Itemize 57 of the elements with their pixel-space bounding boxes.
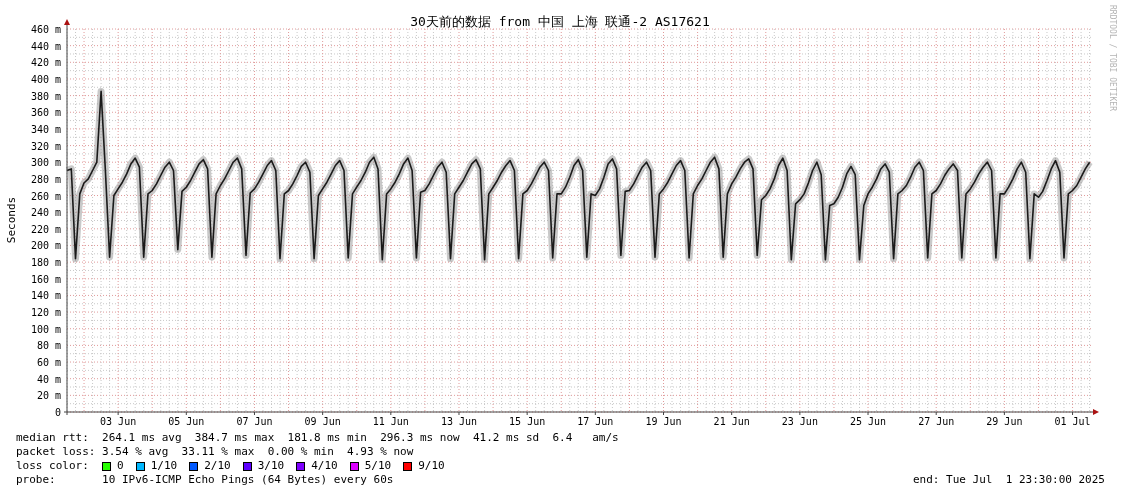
tick-label: 360 m [30, 107, 61, 119]
legend-text: 1/10 [150, 459, 178, 473]
tick-label: 420 m [30, 57, 61, 69]
tick-label: 17 Jun [577, 416, 614, 426]
tick-label: 03 Jun [100, 416, 137, 426]
tick-label: 09 Jun [304, 416, 341, 426]
legend-text: 4/10 [311, 459, 338, 473]
tick-label: 29 Jun [986, 416, 1023, 426]
tick-label: 40 m [36, 373, 61, 385]
tick-label: 260 m [30, 190, 61, 202]
tick-label: 21 Jun [713, 416, 750, 426]
legend-text: 264.1 ms avg 384.7 ms max 181.8 ms min 296.3 ms now 41.2 ms sd 6.4 am/s [102, 431, 619, 445]
tick-label: 27 Jun [918, 416, 955, 426]
tick-label: 340 m [30, 123, 61, 135]
axis-title: Seconds [5, 196, 18, 244]
legend-label: probe: [16, 473, 57, 487]
tick-label: 100 m [30, 323, 61, 335]
tick-label: 280 m [30, 173, 61, 185]
tick-label: 180 m [30, 257, 61, 269]
tick-label: 13 Jun [440, 416, 478, 426]
legend-text: 2/10 [204, 459, 231, 473]
tick-label: 80 m [36, 340, 61, 352]
tick-label: 300 m [30, 157, 61, 169]
tick-label: 120 m [30, 307, 61, 319]
tick-label: 460 m [30, 24, 61, 35]
tick-label: 60 m [36, 357, 61, 369]
legend-label: loss color: [16, 459, 90, 473]
tick-label: 05 Jun [168, 416, 205, 426]
credit-label: RRDTOOL / TOBI OETIKER [1108, 5, 1117, 111]
legend-text: 9/10 [418, 459, 445, 473]
legend-text: 10 IPv6-ICMP Echo Pings (64 Bytes) every 60s [102, 473, 394, 487]
legend-text: 3/10 [257, 459, 285, 473]
tick-label: 11 Jun [372, 416, 409, 426]
tick-label: 240 m [30, 207, 61, 219]
legend-text: 5/10 [364, 459, 392, 473]
tick-label: 20 m [36, 390, 61, 402]
tick-label: 440 m [30, 40, 61, 52]
tick-label: 220 m [30, 223, 61, 235]
tick-label: 320 m [30, 140, 61, 152]
tick-label: 380 m [30, 90, 61, 102]
legend-label: median rtt: [16, 431, 90, 445]
tick-label: 200 m [30, 240, 61, 252]
tick-label: 0 [54, 407, 61, 418]
end-time: end: Tue Jul 1 23:30:00 2025 [912, 473, 1105, 487]
legend-text: 3.54 % avg 33.11 % max 0.00 % min 4.93 % now [102, 445, 414, 459]
tick-label: 15 Jun [509, 416, 546, 426]
legend-text: 0 [117, 459, 124, 473]
tick-label: 140 m [30, 290, 61, 302]
tick-label: 19 Jun [645, 416, 682, 426]
chart-title: 30天前的数据 from 中国 上海 联通-2 AS17621 [410, 14, 710, 29]
tick-label: 01 Jul [1054, 416, 1091, 426]
tick-label: 23 Jun [781, 416, 818, 426]
tick-label: 400 m [30, 73, 61, 85]
legend-label: packet loss: [16, 445, 97, 459]
tick-label: 07 Jun [236, 416, 273, 426]
tick-label: 25 Jun [849, 416, 887, 426]
tick-label: 160 m [30, 273, 61, 285]
